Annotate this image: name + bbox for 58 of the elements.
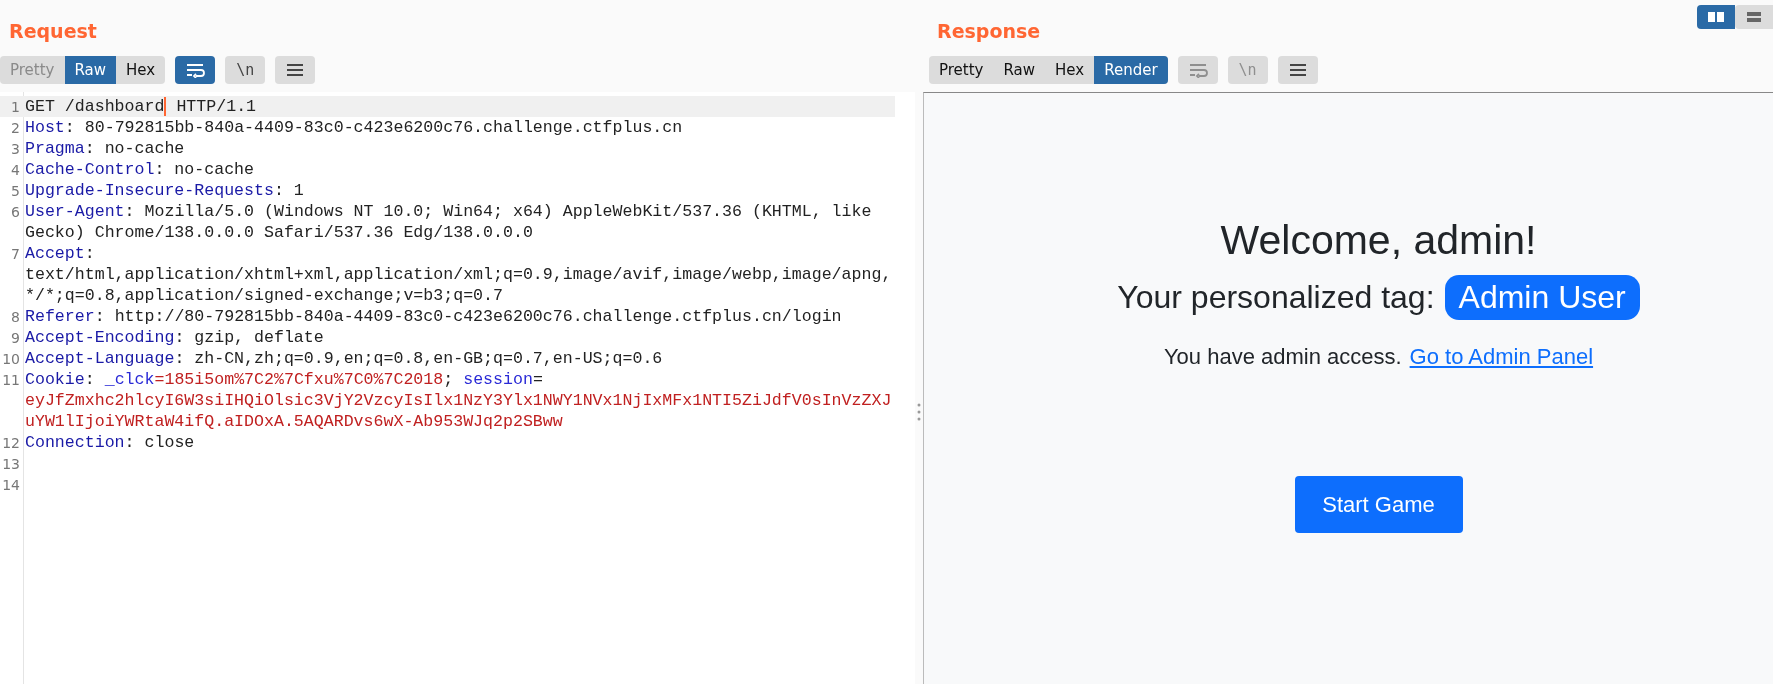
- tag-badge: Admin User: [1444, 275, 1640, 320]
- code-line: Cache-Control: no-cache: [25, 159, 255, 180]
- line-number: 11: [1, 371, 21, 388]
- code-line: GET /dashboard HTTP/1.1: [25, 96, 257, 117]
- columns-icon: [1707, 11, 1725, 23]
- view-tab[interactable]: Render: [1094, 56, 1168, 84]
- code-line: uYW1lIjoiYWRtaW4ifQ.aIDOxA.5AQARDvs6wX-Ab953WJq2p2SBww: [25, 411, 563, 432]
- line-number: 12: [1, 434, 21, 451]
- wrap-icon: [1187, 62, 1208, 78]
- layout-toggle-button[interactable]: [1735, 5, 1773, 29]
- code-line: text/html,application/xhtml+xml,application/xml;q=0.9,image/avif,image/webp,image/apng,: [25, 264, 892, 285]
- code-line: Upgrade-Insecure-Requests: 1: [25, 180, 304, 201]
- panel-title: Request: [8, 19, 97, 44]
- line-number: 7: [10, 245, 21, 262]
- line-number: 14: [1, 476, 21, 493]
- code-line: eyJfZmxhc2hlcyI6W3siIHQiOlsic3VjY2VzcyIsIlx1NzY3Ylx1NWY1NVx1NjIxMFx1NTI5ZiJdfV0sInVzZXJ: [25, 390, 892, 411]
- menu-button[interactable]: [275, 56, 316, 84]
- code-line: Referer: http://80-792815bb-840a-4409-83c0-c423e6200c76.challenge.ctfplus.cn/login: [25, 306, 842, 327]
- layout-toggle-button[interactable]: [1697, 5, 1735, 29]
- code-line: Host: 80-792815bb-840a-4409-83c0-c423e6200c76.challenge.ctfplus.cn: [25, 117, 683, 138]
- line-number: 1: [10, 98, 21, 115]
- tag-label: Your personalized tag:: [1117, 279, 1435, 316]
- start-game-button[interactable]: Start Game: [1294, 476, 1463, 533]
- welcome-heading: Welcome, admin!: [1220, 216, 1537, 265]
- code-line: Accept-Language: zh-CN,zh;q=0.9,en;q=0.8,en-GB;q=0.7,en-US;q=0.6: [25, 348, 663, 369]
- newline-toggle-button[interactable]: \n: [225, 56, 266, 84]
- line-number: 3: [10, 140, 21, 157]
- panel-title: Response: [936, 19, 1041, 44]
- line-number: 2: [10, 119, 21, 136]
- view-tab[interactable]: Hex: [1045, 56, 1095, 84]
- wrap-icon: [185, 62, 206, 78]
- rows-icon: [1746, 11, 1762, 23]
- menu-button[interactable]: [1277, 56, 1318, 84]
- view-tab[interactable]: Raw: [64, 56, 117, 84]
- code-line: Gecko) Chrome/138.0.0.0 Safari/537.36 Edg/138.0.0.0: [25, 222, 533, 243]
- code-line: */*;q=0.8,application/signed-exchange;v=b3;q=0.7: [25, 285, 503, 306]
- view-tab[interactable]: Hex: [116, 56, 166, 84]
- line-number: 13: [1, 455, 21, 472]
- menu-icon: [1289, 63, 1306, 77]
- view-tab[interactable]: Raw: [993, 56, 1046, 84]
- code-line: Accept:: [25, 243, 95, 264]
- view-tab[interactable]: Pretty: [929, 56, 994, 84]
- resize-handle-icon[interactable]: [917, 402, 921, 422]
- code-line: User-Agent: Mozilla/5.0 (Windows NT 10.0; Win64; x64) AppleWebKit/537.36 (KHTML, like: [25, 201, 872, 222]
- line-number: 9: [10, 329, 21, 346]
- admin-panel-link[interactable]: Go to Admin Panel: [1409, 344, 1594, 370]
- code-line: Connection: close: [25, 432, 195, 453]
- code-line: Pragma: no-cache: [25, 138, 185, 159]
- menu-icon: [287, 63, 304, 77]
- code-line: Accept-Encoding: gzip, deflate: [25, 327, 324, 348]
- line-number: 6: [10, 203, 21, 220]
- access-text: You have admin access.: [1163, 344, 1402, 370]
- line-number: 10: [1, 350, 21, 367]
- line-number: 5: [10, 182, 21, 199]
- code-line: Cookie: _clck=185i5om%7C2%7Cfxu%7C0%7C2018; session=: [25, 369, 543, 390]
- line-number: 4: [10, 161, 21, 178]
- wrap-toggle-button[interactable]: [175, 56, 216, 84]
- line-number: 8: [10, 308, 21, 325]
